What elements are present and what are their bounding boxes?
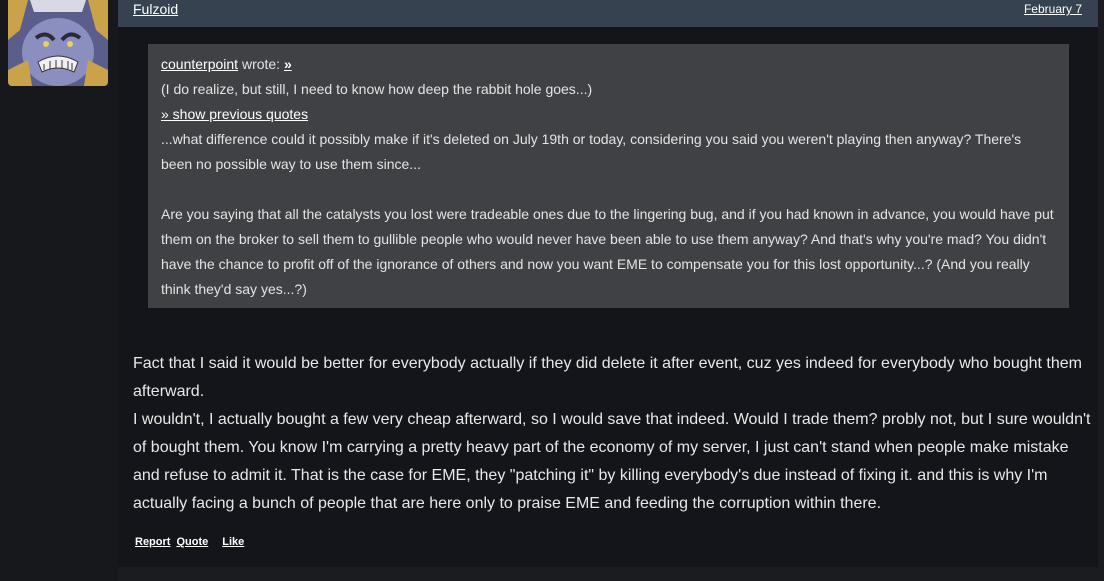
quote-attribution: counterpoint wrote: » [161,52,1055,77]
like-link[interactable]: Like [222,536,244,548]
avatar[interactable] [8,0,108,86]
post-body: counterpoint wrote: » (I do realize, but… [118,27,1098,567]
quote-link[interactable]: Quote [176,536,208,548]
quote-wrote-label: wrote: [238,56,284,72]
post-header: Fulzoid February 7 [118,0,1098,27]
quote-paragraph: ...what difference could it possibly mak… [161,131,1022,172]
post-message: Fact that I said it would be better for … [133,350,1093,518]
report-link[interactable]: Report [135,536,170,548]
quote-jump-link[interactable]: » [284,56,292,72]
post-paragraph: I wouldn't, I actually bought a few very… [133,411,1091,512]
quote-line: (I do realize, but still, I need to know… [161,81,593,97]
warrior-avatar-icon [8,0,108,86]
quote-block: counterpoint wrote: » (I do realize, but… [148,44,1069,308]
post-paragraph: Fact that I said it would be better for … [133,355,1082,400]
post-actions: Report Quote Like [135,536,250,548]
author-column [0,0,118,581]
show-previous-quotes-link[interactable]: » show previous quotes [161,102,308,127]
quote-author-link[interactable]: counterpoint [161,56,238,72]
post-date-link[interactable]: February 7 [1024,2,1082,16]
quote-spacer [161,177,1055,202]
username-link[interactable]: Fulzoid [133,1,178,17]
quote-paragraph: Are you saying that all the catalysts yo… [161,206,1054,297]
